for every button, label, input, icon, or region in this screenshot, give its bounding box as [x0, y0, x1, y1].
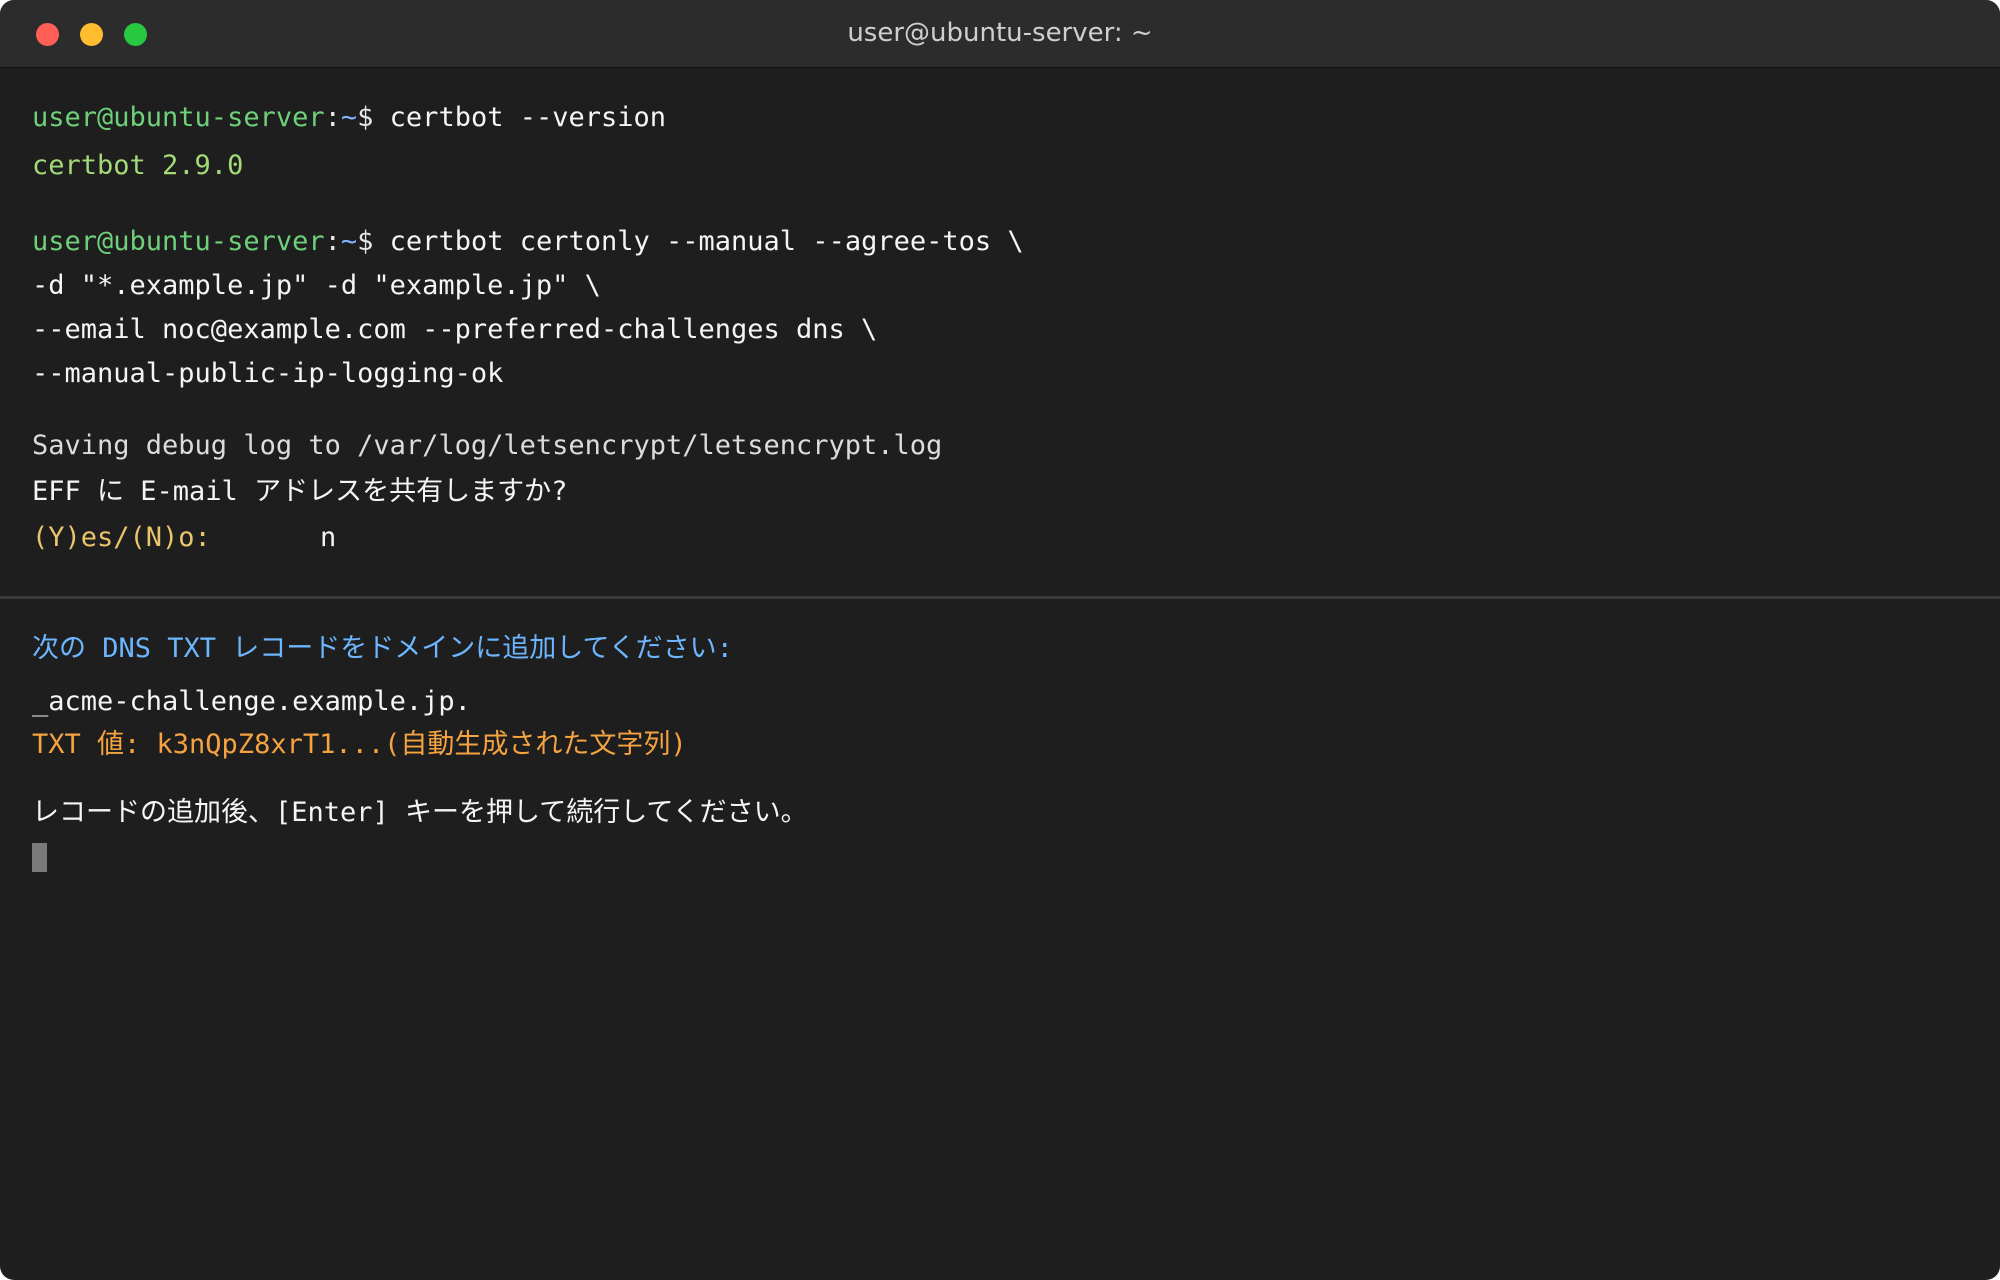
command-line-version: user@ubuntu-server:~$ certbot --version [32, 98, 666, 138]
debug-log-line: Saving debug log to /var/log/letsencrypt… [32, 430, 943, 461]
command-line-certonly: user@ubuntu-server:~$ certbot certonly -… [32, 222, 1024, 262]
prompt-path: ~ [340, 102, 358, 133]
dns-instruction: 次の DNS TXT レコードをドメインに追加してください: [32, 633, 733, 664]
window-title: user@ubuntu-server: ~ [847, 18, 1153, 48]
prompt-dollar: $ [357, 102, 374, 133]
prompt-separator: : [324, 226, 341, 257]
prompt-dollar: $ [357, 226, 374, 257]
yes-no-prompt-line: (Y)es/(N)o: [32, 518, 211, 558]
command-continuation: --email noc@example.com --preferred-chal… [32, 314, 878, 345]
continue-prompt: レコードの追加後、[Enter] キーを押して続行してください。 [32, 797, 808, 828]
yes-no-prompt: (Y)es/(N)o: [32, 522, 211, 553]
yes-no-answer: n [320, 522, 337, 553]
command-continuation: -d "*.example.jp" -d "example.jp" \ [32, 270, 601, 301]
command-text: certbot certonly --manual --agree-tos \ [389, 226, 1024, 257]
command-text: certbot --version [389, 102, 667, 133]
txt-value: TXT 値: k3nQpZ8xrT1...(自動生成された文字列) [32, 729, 687, 760]
terminal-output[interactable]: user@ubuntu-server:~$ certbot --version … [0, 0, 2000, 553]
terminal-window: user@ubuntu-server: ~ user@ubuntu-server… [0, 0, 2000, 1280]
prompt-user-host: user@ubuntu-server [32, 226, 325, 257]
eff-question: EFF に E-mail アドレスを共有しますか? [32, 476, 568, 507]
record-name: _acme-challenge.example.jp. [32, 686, 471, 717]
title-bar: user@ubuntu-server: ~ [0, 0, 2000, 68]
prompt-separator: : [324, 102, 341, 133]
prompt-path: ~ [340, 226, 358, 257]
version-output: certbot 2.9.0 [32, 150, 244, 181]
terminal-cursor [32, 843, 47, 872]
command-continuation: --manual-public-ip-logging-ok [32, 358, 504, 389]
prompt-user-host: user@ubuntu-server [32, 102, 325, 133]
section-divider [0, 596, 2000, 599]
